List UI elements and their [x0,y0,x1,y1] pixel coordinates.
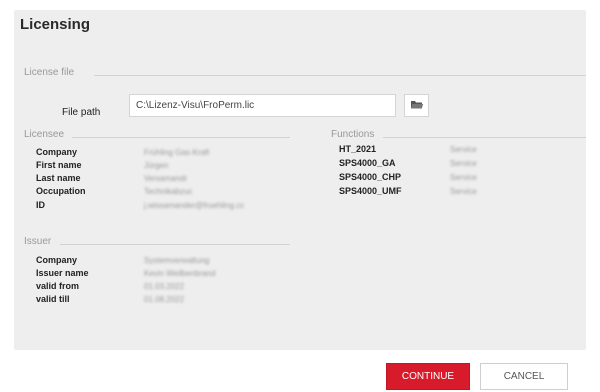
function-status: Service [450,173,477,182]
function-name: HT_2021 [339,144,377,154]
license-file-section-label: License file [24,67,75,78]
valid-from-label: valid from [36,281,80,291]
licensee-occupation-value: Technikabzuc [144,187,193,196]
functions-divider [383,137,586,138]
licensing-panel [14,10,586,350]
licensee-last-name-label: Last name [36,173,81,183]
valid-till-value: 01.08.2022 [144,295,185,304]
licensee-first-name-label: First name [36,160,82,170]
licensee-id-label: ID [36,200,45,210]
function-name: SPS4000_GA [339,158,396,168]
folder-open-icon [410,97,424,115]
functions-section-label: Functions [331,129,375,140]
function-status: Service [450,187,477,196]
issuer-name-value: Kevin Weilbenbrand [144,269,216,278]
licensee-id-value: j.wissamander@fruehling.cc [144,201,245,210]
issuer-company-value: Systemverwaltung [144,256,210,265]
valid-till-label: valid till [36,294,70,304]
continue-button[interactable]: CONTINUE [386,363,470,390]
dialog-title: Licensing [20,16,91,33]
issuer-name-label: Issuer name [36,268,89,278]
file-path-input[interactable] [129,94,396,117]
cancel-button[interactable]: CANCEL [480,363,568,390]
valid-from-value: 01.03.2022 [144,282,185,291]
licensee-company-value: Frühling Gas-Kraft [144,148,210,157]
licensee-company-label: Company [36,147,78,157]
function-name: SPS4000_UMF [339,186,402,196]
licensee-first-name-value: Jürgen [144,161,169,170]
function-name: SPS4000_CHP [339,172,402,182]
issuer-divider [60,244,290,245]
licensee-divider [72,137,290,138]
function-status: Service [450,145,477,154]
function-status: Service [450,159,477,168]
browse-button[interactable] [404,94,429,117]
licensee-section-label: Licensee [24,129,65,140]
licensee-last-name-value: Versamandr [144,174,188,183]
issuer-company-label: Company [36,255,78,265]
issuer-section-label: Issuer [24,236,52,247]
file-path-label: File path [62,107,101,118]
licensee-occupation-label: Occupation [36,186,86,196]
license-file-divider [94,75,586,76]
